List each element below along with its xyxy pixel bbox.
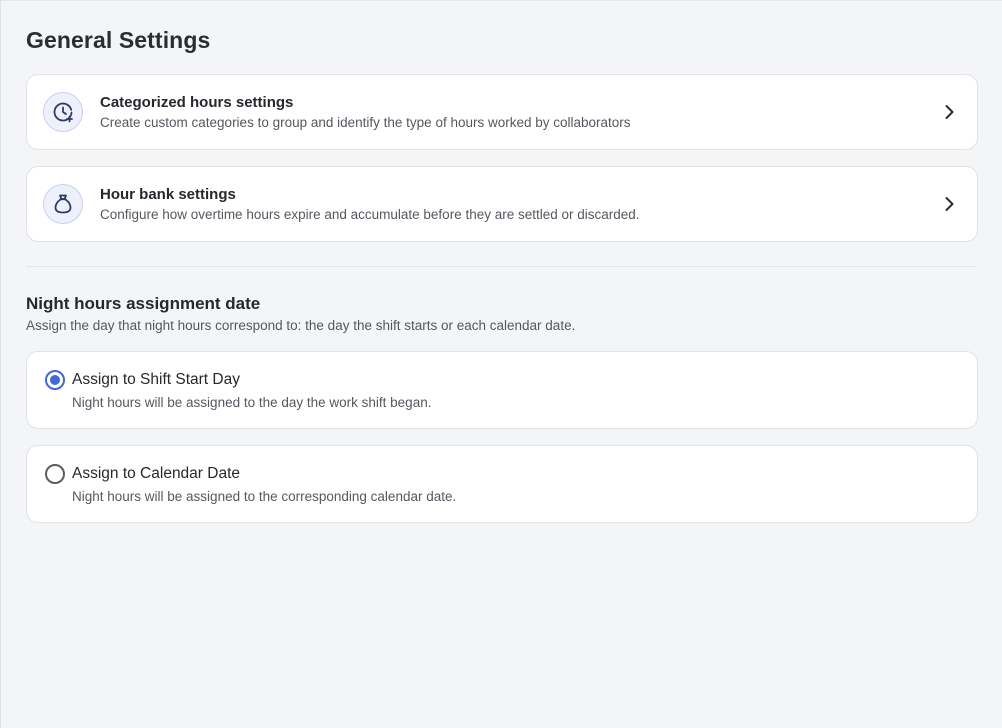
option-calendar-date[interactable]: Assign to Calendar Date Night hours will… [26, 445, 978, 523]
card-title: Categorized hours settings [100, 94, 294, 111]
chevron-right-icon [945, 105, 954, 119]
radio-button-selected[interactable] [45, 370, 65, 390]
option-label: Assign to Shift Start Day [72, 371, 240, 388]
card-description: Configure how overtime hours expire and … [100, 207, 640, 222]
money-bag-icon [43, 184, 83, 224]
page-title: General Settings [26, 27, 211, 53]
option-description: Night hours will be assigned to the day … [72, 395, 432, 410]
card-description: Create custom categories to group and id… [100, 115, 631, 130]
option-shift-start-day[interactable]: Assign to Shift Start Day Night hours wi… [26, 351, 978, 429]
option-description: Night hours will be assigned to the corr… [72, 489, 457, 504]
chevron-right-icon [945, 197, 954, 211]
categorized-hours-settings-card[interactable]: Categorized hours settings Create custom… [26, 74, 978, 150]
settings-page: General Settings Categorized hours setti… [0, 0, 1002, 728]
card-title: Hour bank settings [100, 186, 236, 203]
night-hours-section-description: Assign the day that night hours correspo… [26, 318, 576, 333]
option-label: Assign to Calendar Date [72, 465, 241, 482]
radio-button[interactable] [45, 464, 65, 484]
section-divider [26, 266, 976, 267]
night-hours-section-title: Night hours assignment date [26, 294, 261, 313]
hour-bank-settings-card[interactable]: Hour bank settings Configure how overtim… [26, 166, 978, 242]
clock-plus-icon [43, 92, 83, 132]
